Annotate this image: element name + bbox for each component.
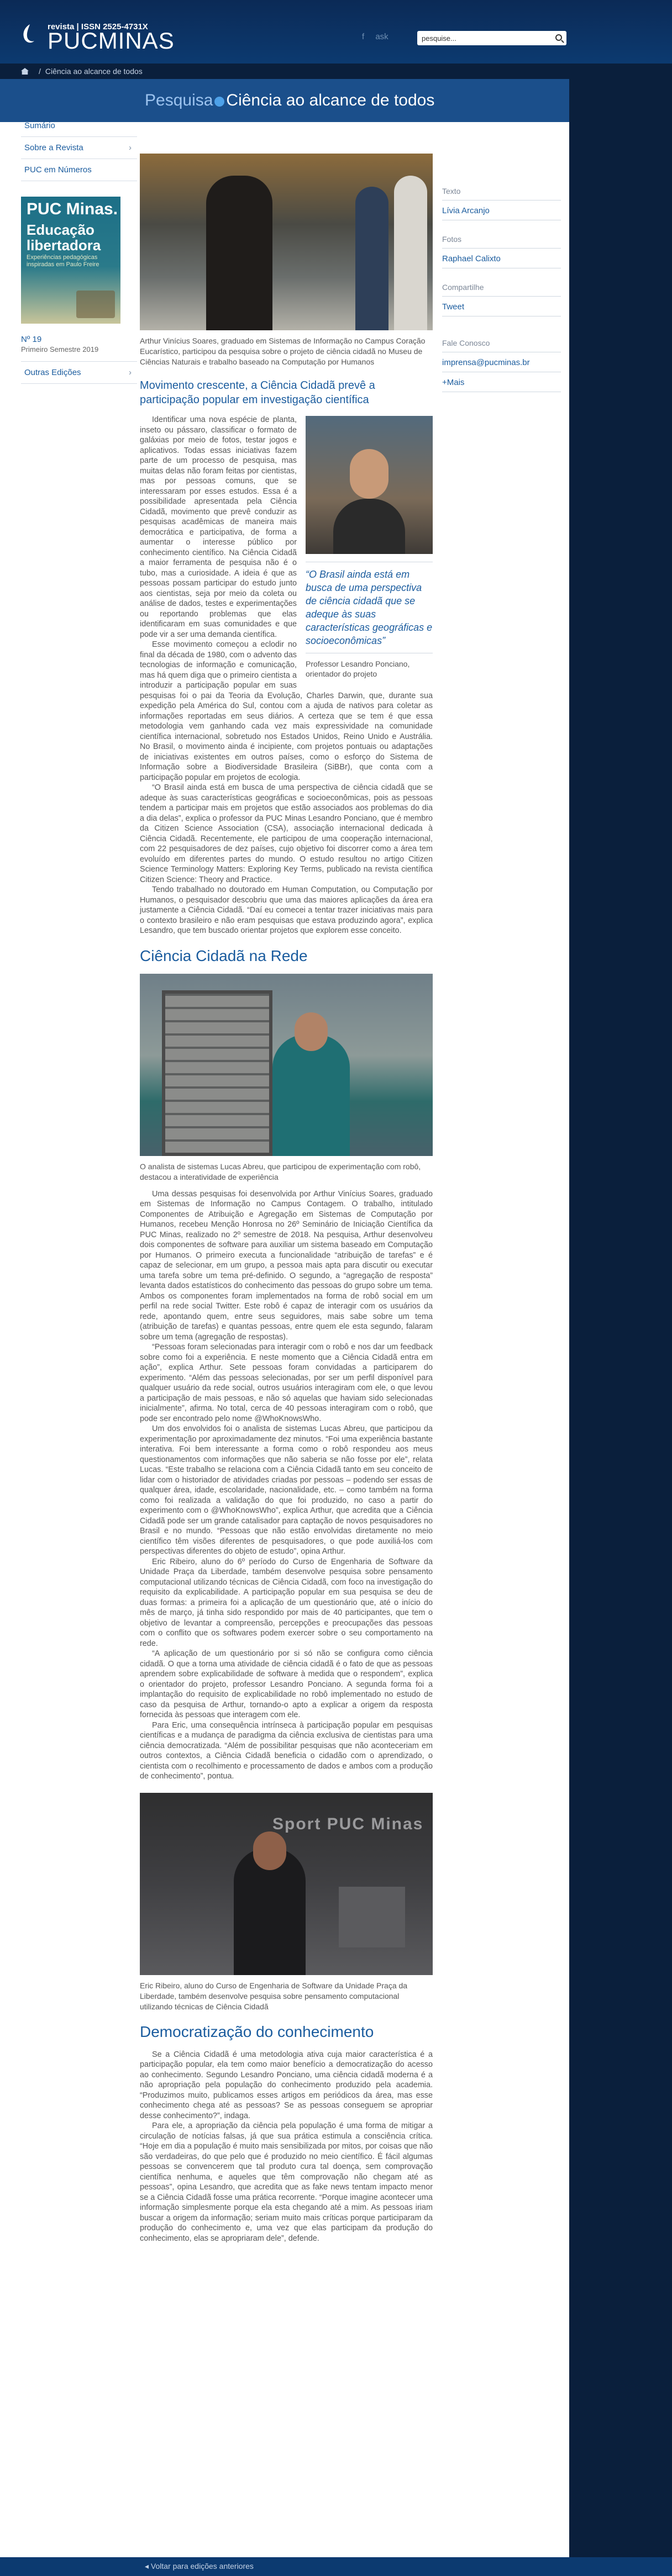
sidebar-item-label: Sobre a Revista: [24, 143, 83, 152]
share-box: Compartilhe Tweet: [442, 283, 561, 316]
contact-label: Fale Conosco: [442, 339, 561, 352]
sidebar-item-label: Sumário: [24, 121, 55, 130]
sidebar-item-outras[interactable]: Outras Edições ›: [21, 362, 137, 384]
back-link[interactable]: ◂ Voltar para edições anteriores: [145, 2562, 254, 2571]
contact-email[interactable]: imprensa@pucminas.br: [442, 358, 561, 372]
facebook-icon[interactable]: f: [362, 32, 364, 41]
breadcrumb-separator: /: [39, 67, 41, 76]
credit-label: Texto: [442, 187, 561, 200]
professor-photo: [306, 416, 433, 554]
cover-logo: PUC Minas.: [27, 200, 118, 218]
chevron-right-icon: ›: [129, 143, 132, 152]
credit-value[interactable]: Lívia Arcanjo: [442, 206, 561, 220]
sidebar-item-numeros[interactable]: PUC em Números: [21, 159, 137, 181]
edition-cover[interactable]: PUC Minas. Educação libertadora Experiên…: [21, 197, 120, 324]
paragraph: Um dos envolvidos foi o analista de sist…: [140, 1424, 433, 1556]
page-title: Pesquisa Ciência ao alcance de todos: [145, 91, 434, 110]
title-text: Ciência ao alcance de todos: [226, 91, 435, 109]
bubble-icon: [214, 97, 225, 107]
share-label: Compartilhe: [442, 283, 561, 297]
photo-sign-text: Sport PUC Minas: [272, 1814, 424, 1833]
search-input[interactable]: [417, 31, 544, 45]
outras-edicoes[interactable]: Outras Edições ›: [21, 361, 137, 384]
credit-value[interactable]: Raphael Calixto: [442, 254, 561, 268]
paragraph: Tendo trabalhado no doutorado em Human C…: [140, 885, 433, 935]
cover-title: Educação libertadora: [27, 221, 101, 254]
paragraph: “O Brasil ainda está em busca de uma per…: [140, 783, 433, 884]
section-heading-rede: Ciência Cidadã na Rede: [140, 947, 308, 964]
paragraph: “A aplicação de um questionário por si s…: [140, 1649, 433, 1719]
sidebar-item-sobre[interactable]: Sobre a Revista ›: [21, 137, 137, 159]
more-link[interactable]: +Mais: [442, 378, 561, 392]
paragraph: Se a Ciência Cidadã é uma metodologia at…: [140, 2050, 433, 2120]
credit-text: Texto Lívia Arcanjo: [442, 187, 561, 220]
edition-number: Nº 19: [21, 335, 42, 344]
home-icon[interactable]: [21, 68, 29, 75]
breadcrumb-current: Ciência ao alcance de todos: [45, 67, 143, 76]
cover-image: [76, 291, 115, 318]
paragraph: Eric Ribeiro, aluno do 6º período do Cur…: [140, 1557, 433, 1648]
pull-quote: “O Brasil ainda está em busca de uma per…: [306, 562, 433, 653]
paragraph: Para Eric, uma consequência intrínseca à…: [140, 1720, 433, 1781]
section-1: “O Brasil ainda está em busca de uma per…: [140, 415, 433, 936]
site-header: revista | ISSN 2525-4731X PUCMINAS f ask: [0, 0, 672, 64]
article-photo-3: Sport PUC Minas: [140, 1792, 433, 1975]
article: Arthur Vinícius Soares, graduado em Sist…: [140, 154, 433, 2244]
brand-minas: MINAS: [98, 28, 175, 54]
cover-text: Experiências pedagógicas inspiradas em P…: [27, 254, 99, 268]
credit-label: Fotos: [442, 235, 561, 249]
sidebar-item-sumario[interactable]: Sumário: [21, 115, 137, 137]
section-label: Pesquisa: [145, 91, 213, 109]
puc-swirl-icon: [23, 24, 34, 43]
brand-puc: PUC: [48, 28, 98, 54]
paragraph: “Pessoas foram selecionadas para interag…: [140, 1343, 433, 1423]
right-sidebar: Texto Lívia Arcanjo Fotos Raphael Calixt…: [442, 187, 561, 407]
photo-caption: Arthur Vinícius Soares, graduado em Sist…: [140, 336, 426, 366]
chevron-right-icon: ›: [129, 368, 132, 377]
quote-source: Professor Lesandro Ponciano, orientador …: [306, 659, 410, 678]
breadcrumb: / Ciência ao alcance de todos: [21, 64, 557, 79]
article-photo-2: [140, 973, 433, 1156]
contact-box: Fale Conosco imprensa@pucminas.br +Mais: [442, 339, 561, 392]
section-heading-democratizacao: Democratização do conhecimento: [140, 2023, 374, 2040]
sidebar-item-label: PUC em Números: [24, 165, 92, 175]
paragraph: Para ele, a apropriação da ciência pela …: [140, 2121, 433, 2243]
pull-quote-box: “O Brasil ainda está em busca de uma per…: [306, 416, 433, 679]
paragraph: Uma dessas pesquisas foi desenvolvida po…: [140, 1189, 433, 1342]
social-links: f ask: [362, 32, 397, 41]
photo-caption: Eric Ribeiro, aluno do Curso de Engenhar…: [140, 1981, 408, 2011]
search-icon[interactable]: [555, 34, 562, 41]
left-sidebar: Sumário Sobre a Revista › PUC em Números …: [21, 115, 137, 384]
credit-photos: Fotos Raphael Calixto: [442, 235, 561, 268]
search-box[interactable]: [417, 31, 566, 45]
brand-wordmark: PUCMINAS: [48, 28, 175, 54]
section-2: Uma dessas pesquisas foi desenvolvida po…: [140, 1189, 433, 1782]
section-3: Se a Ciência Cidadã é uma metodologia at…: [140, 2050, 433, 2244]
tweet-link[interactable]: Tweet: [442, 302, 561, 316]
ask-icon[interactable]: ask: [375, 32, 388, 41]
edition-semester: Primeiro Semestre 2019: [21, 345, 99, 353]
article-lead: Movimento crescente, a Ciência Cidadã pr…: [140, 379, 375, 406]
photo-caption: O analista de sistemas Lucas Abreu, que …: [140, 1162, 421, 1181]
sidebar-item-label: Outras Edições: [24, 368, 81, 377]
article-photo-1: [140, 154, 433, 330]
footer: ◂ Voltar para edições anteriores: [0, 2557, 672, 2576]
